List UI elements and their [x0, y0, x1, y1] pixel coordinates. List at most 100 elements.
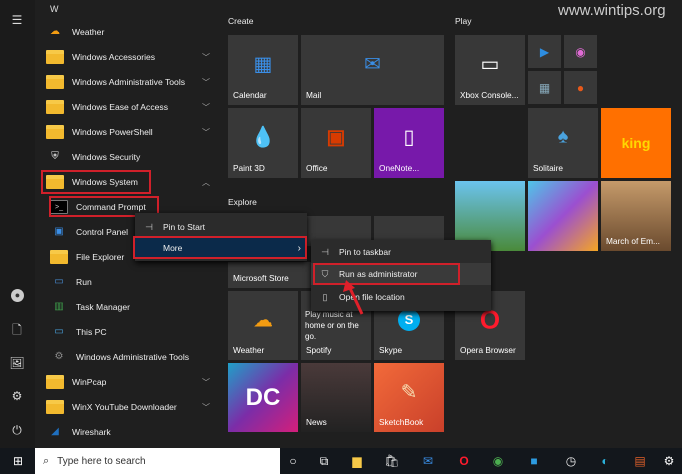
clock-icon[interactable]: ◷ [562, 452, 580, 470]
edge-icon[interactable]: ◐ [596, 452, 614, 470]
mail-icon: ✉ [364, 53, 381, 76]
store-icon[interactable]: 🛍 [383, 452, 401, 470]
weather-icon: ☁ [253, 309, 273, 332]
tile-onenote[interactable]: ▯ OneNote... [374, 108, 444, 178]
tile-march-of-empires[interactable]: March of Em... [601, 181, 671, 251]
folder-icon [46, 375, 64, 389]
tile-calculator[interactable]: ▦ [528, 71, 561, 104]
task-view-icon[interactable]: ⧉ [315, 452, 333, 470]
highlight-windows-system [41, 170, 151, 194]
folder-icon [46, 50, 64, 64]
folder-icon [46, 125, 64, 139]
chevron-up-icon[interactable]: ︿ [202, 177, 210, 188]
folder-icon [46, 100, 64, 114]
pictures-icon[interactable]: 🖼 [9, 355, 25, 371]
start-left-rail: ☰ ● 🗋 🖼 ⚙ ⏻ [0, 0, 35, 448]
app-list-item[interactable]: ◢ Wireshark [40, 420, 220, 444]
app-icon[interactable]: ▤ [631, 452, 649, 470]
menu-item-open-file-location[interactable]: ▯ Open file location [311, 286, 491, 308]
solitaire-icon: ♠ [557, 125, 569, 148]
tile-bubble-witch[interactable] [528, 181, 598, 251]
mail-icon[interactable]: ✉ [419, 452, 437, 470]
tile-sketchbook[interactable]: ✎ SketchBook [374, 363, 444, 432]
red-arrow-annotation [343, 280, 364, 315]
app-list-item[interactable]: ☁ Weather [40, 20, 220, 44]
menu-item-pin-to-start[interactable]: ⊣ Pin to Start [135, 216, 307, 238]
tile-dolby[interactable]: DC [228, 363, 298, 432]
tile-king[interactable]: king [601, 108, 671, 178]
app-label: This PC [76, 327, 107, 337]
watermark: www.wintips.org [558, 2, 666, 19]
app-label: Windows Accessories [72, 52, 156, 62]
app-list-item[interactable]: Windows Ease of Access ﹀ [40, 95, 220, 119]
pin-icon: ⊣ [321, 246, 329, 257]
app-label: Task Manager [76, 302, 130, 312]
control-panel-icon: ▣ [54, 226, 64, 237]
taskbar-search-box[interactable]: ⌕ Type here to search [35, 448, 280, 474]
chrome-icon[interactable]: ◉ [489, 452, 507, 470]
app-label: WinPcap [72, 377, 107, 387]
app-list-item[interactable]: ▥ Task Manager [40, 295, 220, 319]
app-label: Windows Security [72, 152, 141, 162]
app-label: Weather [72, 27, 105, 37]
app-list-item[interactable]: ⚙ Windows Administrative Tools [40, 345, 220, 369]
documents-icon[interactable]: 🗋 [9, 322, 25, 338]
tile-groove[interactable]: ◉ [564, 35, 597, 68]
app-list-item[interactable]: WinPcap ﹀ [40, 370, 220, 394]
menu-item-pin-to-taskbar[interactable]: ⊣ Pin to taskbar [311, 241, 491, 263]
cortana-icon[interactable]: ○ [284, 452, 302, 470]
tile-office[interactable]: ▣ Office [301, 108, 371, 178]
letter-header[interactable]: W [50, 4, 59, 14]
tile-mail[interactable]: ✉ Mail [301, 35, 444, 105]
app-label: Windows Ease of Access [72, 102, 169, 112]
file-explorer-icon[interactable]: ▆ [348, 452, 366, 470]
folder-icon [46, 75, 64, 89]
hamburger-menu-icon[interactable]: ☰ [9, 12, 25, 28]
app-list-item[interactable]: Windows PowerShell ﹀ [40, 120, 220, 144]
app-list-item[interactable]: Windows Accessories ﹀ [40, 45, 220, 69]
tile-movies[interactable]: ▶ [528, 35, 561, 68]
chevron-down-icon[interactable]: ﹀ [202, 402, 210, 413]
run-icon: ▭ [54, 276, 64, 287]
app-list-item[interactable]: ▭ Run [40, 270, 220, 294]
onenote-icon: ▯ [403, 126, 415, 149]
app-blue-icon[interactable]: ■ [525, 452, 543, 470]
pencil-icon: ✎ [400, 381, 418, 404]
app-label: Run [76, 277, 92, 287]
app-list-item[interactable]: WinX YouTube Downloader ﹀ [40, 395, 220, 419]
chevron-down-icon[interactable]: ﹀ [202, 77, 210, 88]
tile-solitaire[interactable]: ♠ Solitaire [528, 108, 598, 178]
wireshark-icon: ◢ [51, 426, 59, 437]
chevron-down-icon[interactable]: ﹀ [202, 127, 210, 138]
settings-icon[interactable]: ⚙ [9, 388, 25, 404]
chevron-down-icon[interactable]: ﹀ [202, 377, 210, 388]
skype-icon: S [398, 308, 420, 331]
settings-gear-icon[interactable]: ⚙ [660, 452, 678, 470]
dolby-icon: DC [245, 383, 281, 411]
user-account-icon[interactable]: ● [11, 289, 24, 302]
app-list-item[interactable]: ▭ This PC [40, 320, 220, 344]
tile-weather[interactable]: ☁ Weather [228, 291, 298, 360]
power-icon[interactable]: ⏻ [9, 422, 25, 438]
tile-news[interactable]: News [301, 363, 371, 432]
folder-icon [50, 250, 68, 264]
movies-icon: ▶ [539, 44, 550, 59]
app-list-item[interactable]: Windows Administrative Tools ﹀ [40, 70, 220, 94]
shield-icon: ⛨ [51, 151, 59, 162]
tile-calendar[interactable]: ▦ Calendar [228, 35, 298, 105]
app-list-item[interactable]: ⛨ Windows Security [40, 145, 220, 169]
file-location-icon: ▯ [322, 291, 328, 302]
tile-paint3d[interactable]: 💧 Paint 3D [228, 108, 298, 178]
windows-start-icon[interactable]: ⊞ [9, 452, 27, 470]
search-icon: ⌕ [43, 454, 50, 467]
paint3d-icon: 💧 [250, 126, 276, 149]
section-explore: Explore [228, 197, 257, 207]
maps-icon: ● [576, 80, 585, 95]
tile-maps[interactable]: ● [564, 71, 597, 104]
app-label: WinX YouTube Downloader [72, 402, 177, 412]
chevron-down-icon[interactable]: ﹀ [202, 52, 210, 63]
tile-xbox-console[interactable]: ▭ Xbox Console... [455, 35, 525, 105]
opera-icon[interactable]: O [455, 452, 473, 470]
chevron-down-icon[interactable]: ﹀ [202, 102, 210, 113]
app-label: Windows PowerShell [72, 127, 153, 137]
